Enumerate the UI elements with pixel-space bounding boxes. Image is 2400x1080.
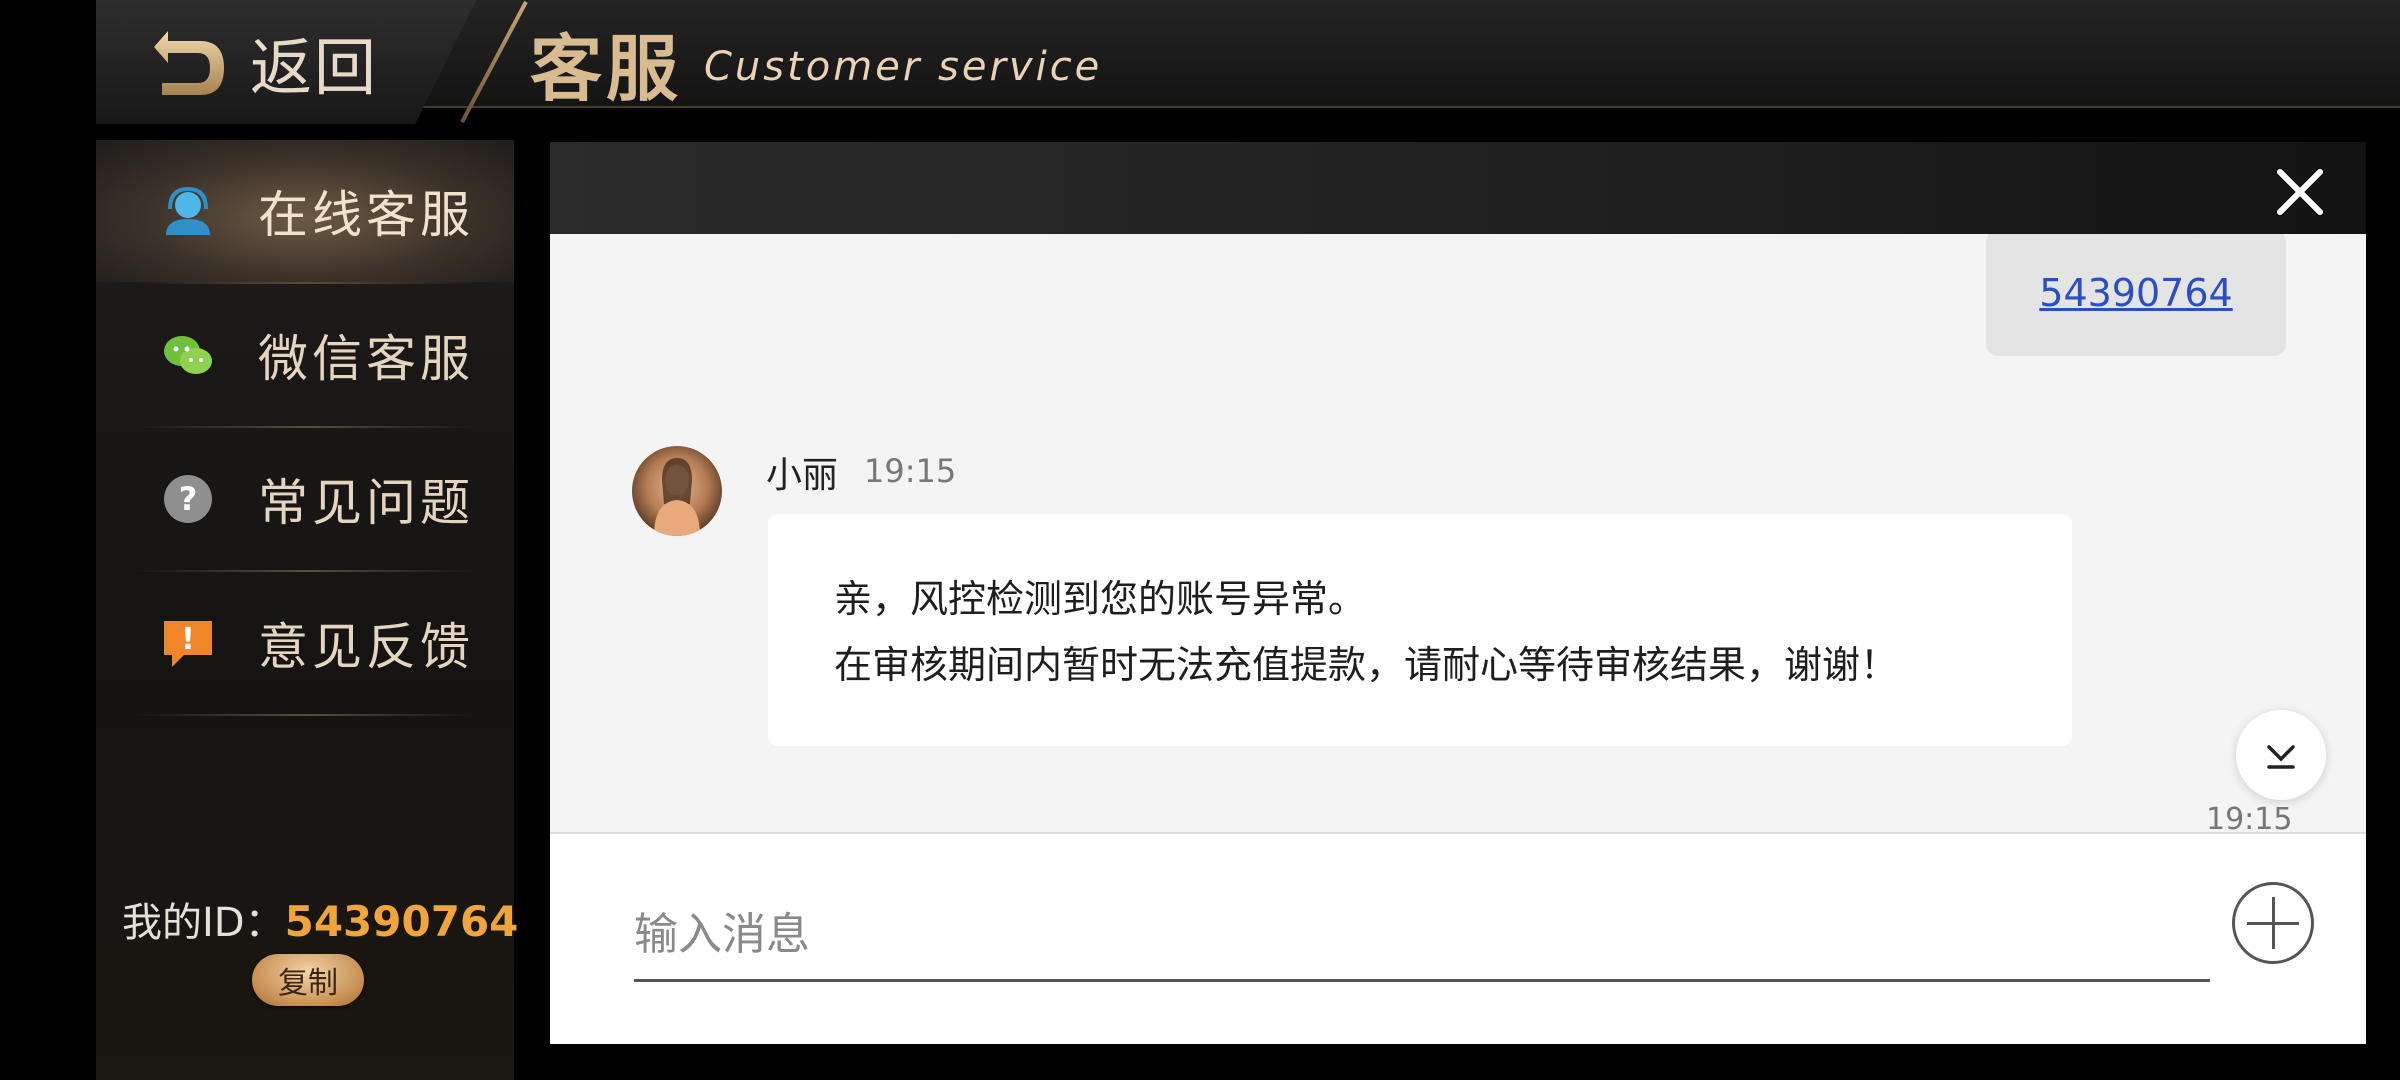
agent-message-bubble: 亲，风控检测到您的账号异常。 在审核期间内暂时无法充值提款，请耐心等待审核结果，… <box>768 514 2072 746</box>
sent-message-bubble: 54390764 <box>1986 234 2286 356</box>
add-attachment-button[interactable] <box>2232 882 2314 964</box>
agent-avatar <box>632 446 722 536</box>
sidebar-item-label: 在线客服 <box>258 186 474 244</box>
my-id-value: 54390764 <box>284 897 519 946</box>
sidebar-item-label: 微信客服 <box>258 330 474 388</box>
wechat-icon <box>164 336 212 374</box>
agent-message-time: 19:15 <box>864 452 957 490</box>
sidebar-item-label: 意见反馈 <box>258 618 474 676</box>
page-subtitle: Customer service <box>704 44 1103 90</box>
question-icon: ? <box>164 475 212 523</box>
svg-text:?: ? <box>179 480 198 518</box>
scroll-to-bottom-button[interactable] <box>2236 710 2326 800</box>
message-line: 在审核期间内暂时无法充值提款，请耐心等待审核结果，谢谢！ <box>834 643 1899 687</box>
user-headset-icon <box>166 186 210 235</box>
header-divider <box>460 1 528 123</box>
sidebar-divider <box>136 714 476 716</box>
chat-dialog-header <box>550 142 2366 234</box>
sidebar-item-label: 常见问题 <box>258 474 474 532</box>
message-line: 亲，风控检测到您的账号异常。 <box>834 577 1367 621</box>
sidebar-item-wechat-service[interactable]: 微信客服 <box>96 284 514 426</box>
back-button[interactable]: 返回 <box>96 0 476 124</box>
header-bar: 返回 客服 Customer service <box>96 0 2400 124</box>
my-id-label: 我的ID： <box>122 900 285 946</box>
copy-id-button[interactable]: 复制 <box>252 954 364 1006</box>
feedback-icon: ! <box>164 621 212 667</box>
back-label: 返回 <box>250 31 379 104</box>
close-icon[interactable] <box>2272 164 2328 220</box>
message-input[interactable] <box>634 890 2210 982</box>
svg-text:!: ! <box>181 622 195 657</box>
sent-message-link[interactable]: 54390764 <box>2039 271 2232 315</box>
message-composer <box>550 832 2366 1044</box>
my-id: 我的ID：54390764 <box>122 890 518 948</box>
chat-message-list[interactable]: 54390764 小丽 19:15 亲，风控检测到您的账号异常。 在审核期间内暂… <box>550 234 2366 832</box>
avatar-image <box>654 458 700 536</box>
message-timestamp: 19:15 <box>2206 802 2293 832</box>
page-title: 客服 <box>530 27 683 111</box>
agent-name: 小丽 <box>766 455 839 496</box>
sidebar-item-faq[interactable]: ? 常见问题 <box>96 428 514 570</box>
sidebar-item-feedback[interactable]: ! 意见反馈 <box>96 572 514 714</box>
chevron-down-icon <box>2267 745 2295 769</box>
back-arrow-icon <box>154 31 224 95</box>
sidebar-item-online-service[interactable]: 在线客服 <box>96 140 514 282</box>
